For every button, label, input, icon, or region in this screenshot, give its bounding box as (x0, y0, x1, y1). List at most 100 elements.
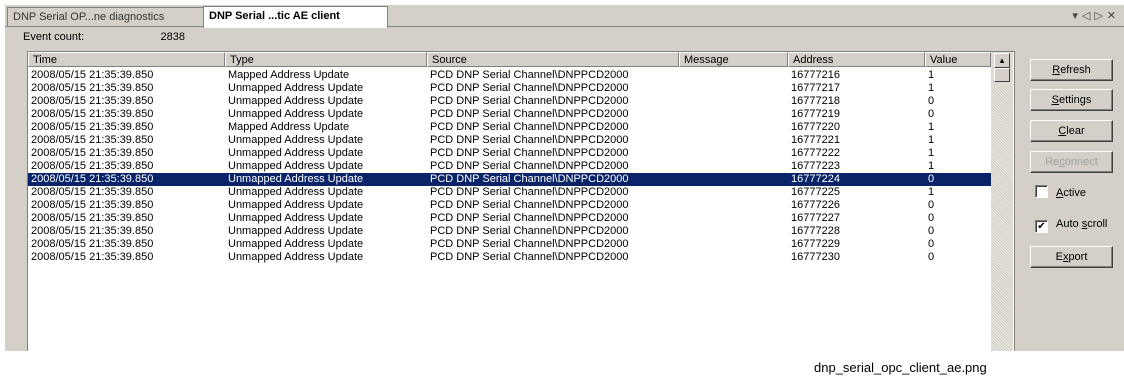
cell-source: PCD DNP Serial Channel\DNPPCD2000 (430, 199, 629, 211)
cell-address: 16777221 (791, 134, 840, 146)
tab-online-diagnostics[interactable]: DNP Serial OP...ne diagnostics (7, 7, 209, 26)
table-row[interactable]: 2008/05/15 21:35:39.850 Unmapped Address … (28, 238, 991, 251)
cell-time: 2008/05/15 21:35:39.850 (31, 186, 154, 198)
ae-client-window: DNP Serial OP...ne diagnostics DNP Seria… (5, 5, 1124, 351)
column-header-message[interactable]: Message (679, 52, 788, 67)
cell-address: 16777217 (791, 82, 840, 94)
cell-time: 2008/05/15 21:35:39.850 (31, 121, 154, 133)
table-row[interactable]: 2008/05/15 21:35:39.850 Mapped Address Up… (28, 121, 991, 134)
event-list[interactable]: Time Type Source Message Address Value 2… (27, 51, 1015, 351)
cell-time: 2008/05/15 21:35:39.850 (31, 173, 154, 185)
table-row[interactable]: 2008/05/15 21:35:39.850 Unmapped Address … (28, 225, 991, 238)
tab-dropdown-icon[interactable]: ▾ (1072, 10, 1082, 22)
cell-value: 1 (928, 147, 935, 159)
cell-message (679, 160, 787, 173)
cell-value: 0 (928, 199, 935, 211)
column-header-type[interactable]: Type (225, 52, 427, 67)
cell-type: Unmapped Address Update (228, 134, 364, 146)
cell-message (679, 251, 787, 264)
cell-source: PCD DNP Serial Channel\DNPPCD2000 (430, 225, 629, 237)
cell-message (679, 173, 787, 186)
cell-value: 0 (928, 225, 935, 237)
cell-address: 16777228 (791, 225, 840, 237)
cell-value: 0 (928, 238, 935, 250)
cell-value: 0 (928, 108, 935, 120)
cell-source: PCD DNP Serial Channel\DNPPCD2000 (430, 238, 629, 250)
column-header-value[interactable]: Value (925, 52, 991, 67)
checkmark-icon[interactable]: ✔ (1035, 220, 1048, 233)
cell-address: 16777222 (791, 147, 840, 159)
cell-source: PCD DNP Serial Channel\DNPPCD2000 (430, 108, 629, 120)
cell-source: PCD DNP Serial Channel\DNPPCD2000 (430, 147, 629, 159)
cell-value: 0 (928, 212, 935, 224)
event-count-label: Event count: (23, 31, 85, 43)
table-row[interactable]: 2008/05/15 21:35:39.850 Unmapped Address … (28, 134, 991, 147)
image-caption: dnp_serial_opc_client_ae.png (814, 360, 987, 375)
table-row[interactable]: 2008/05/15 21:35:39.850 Unmapped Address … (28, 212, 991, 225)
tab-next-icon[interactable]: ▷ (1094, 10, 1106, 22)
vertical-scrollbar[interactable]: ▲ (991, 52, 1013, 351)
table-row[interactable]: 2008/05/15 21:35:39.850 Unmapped Address … (28, 251, 991, 264)
table-row[interactable]: 2008/05/15 21:35:39.850 Unmapped Address … (28, 108, 991, 121)
export-button[interactable]: Export (1030, 246, 1113, 268)
cell-time: 2008/05/15 21:35:39.850 (31, 82, 154, 94)
cell-time: 2008/05/15 21:35:39.850 (31, 199, 154, 211)
cell-value: 0 (928, 251, 935, 263)
event-count-value: 2838 (160, 31, 185, 43)
cell-message (679, 95, 787, 108)
cell-address: 16777223 (791, 160, 840, 172)
cell-message (679, 121, 787, 134)
cell-address: 16777216 (791, 69, 840, 81)
cell-type: Unmapped Address Update (228, 251, 364, 263)
column-header-source[interactable]: Source (427, 52, 679, 67)
table-row[interactable]: 2008/05/15 21:35:39.850 Unmapped Address … (28, 186, 991, 199)
cell-time: 2008/05/15 21:35:39.850 (31, 225, 154, 237)
column-header-address[interactable]: Address (788, 52, 925, 67)
active-checkbox-box[interactable] (1035, 185, 1048, 198)
cell-type: Unmapped Address Update (228, 173, 364, 185)
table-row[interactable]: 2008/05/15 21:35:39.850 Mapped Address Up… (28, 69, 991, 82)
cell-time: 2008/05/15 21:35:39.850 (31, 238, 154, 250)
scroll-up-arrow-icon[interactable]: ▲ (994, 53, 1010, 68)
autoscroll-checkbox[interactable]: ✔ Auto scroll (1035, 217, 1107, 233)
cell-message (679, 147, 787, 160)
table-row[interactable]: 2008/05/15 21:35:39.850 Unmapped Address … (28, 147, 991, 160)
cell-time: 2008/05/15 21:35:39.850 (31, 95, 154, 107)
reconnect-button[interactable]: Reconnect (1030, 151, 1113, 173)
cell-message (679, 186, 787, 199)
cell-message (679, 238, 787, 251)
cell-address: 16777230 (791, 251, 840, 263)
cell-message (679, 82, 787, 95)
tab-close-icon[interactable]: ✕ (1107, 10, 1120, 22)
cell-type: Unmapped Address Update (228, 95, 364, 107)
cell-type: Unmapped Address Update (228, 238, 364, 250)
column-header-time[interactable]: Time (28, 52, 225, 67)
cell-value: 1 (928, 69, 935, 81)
settings-button[interactable]: Settings (1030, 89, 1113, 111)
table-row[interactable]: 2008/05/15 21:35:39.850 Unmapped Address … (28, 82, 991, 95)
tab-ae-client[interactable]: DNP Serial ...tic AE client (203, 6, 388, 28)
table-row[interactable]: 2008/05/15 21:35:39.850 Unmapped Address … (28, 95, 991, 108)
clear-button[interactable]: Clear (1030, 120, 1113, 142)
cell-source: PCD DNP Serial Channel\DNPPCD2000 (430, 134, 629, 146)
cell-source: PCD DNP Serial Channel\DNPPCD2000 (430, 186, 629, 198)
cell-source: PCD DNP Serial Channel\DNPPCD2000 (430, 95, 629, 107)
cell-address: 16777225 (791, 186, 840, 198)
active-checkbox[interactable]: Active (1035, 185, 1086, 199)
table-row[interactable]: 2008/05/15 21:35:39.850 Unmapped Address … (28, 173, 991, 186)
cell-time: 2008/05/15 21:35:39.850 (31, 251, 154, 263)
cell-type: Unmapped Address Update (228, 108, 364, 120)
cell-time: 2008/05/15 21:35:39.850 (31, 134, 154, 146)
cell-value: 1 (928, 82, 935, 94)
table-row[interactable]: 2008/05/15 21:35:39.850 Unmapped Address … (28, 160, 991, 173)
cell-type: Unmapped Address Update (228, 147, 364, 159)
table-row[interactable]: 2008/05/15 21:35:39.850 Unmapped Address … (28, 199, 991, 212)
scroll-thumb[interactable] (994, 68, 1010, 82)
cell-address: 16777226 (791, 199, 840, 211)
cell-time: 2008/05/15 21:35:39.850 (31, 69, 154, 81)
list-header: Time Type Source Message Address Value (28, 52, 991, 68)
cell-time: 2008/05/15 21:35:39.850 (31, 160, 154, 172)
refresh-button[interactable]: Refresh (1030, 59, 1113, 81)
tab-prev-icon[interactable]: ◁ (1082, 10, 1094, 22)
cell-message (679, 134, 787, 147)
